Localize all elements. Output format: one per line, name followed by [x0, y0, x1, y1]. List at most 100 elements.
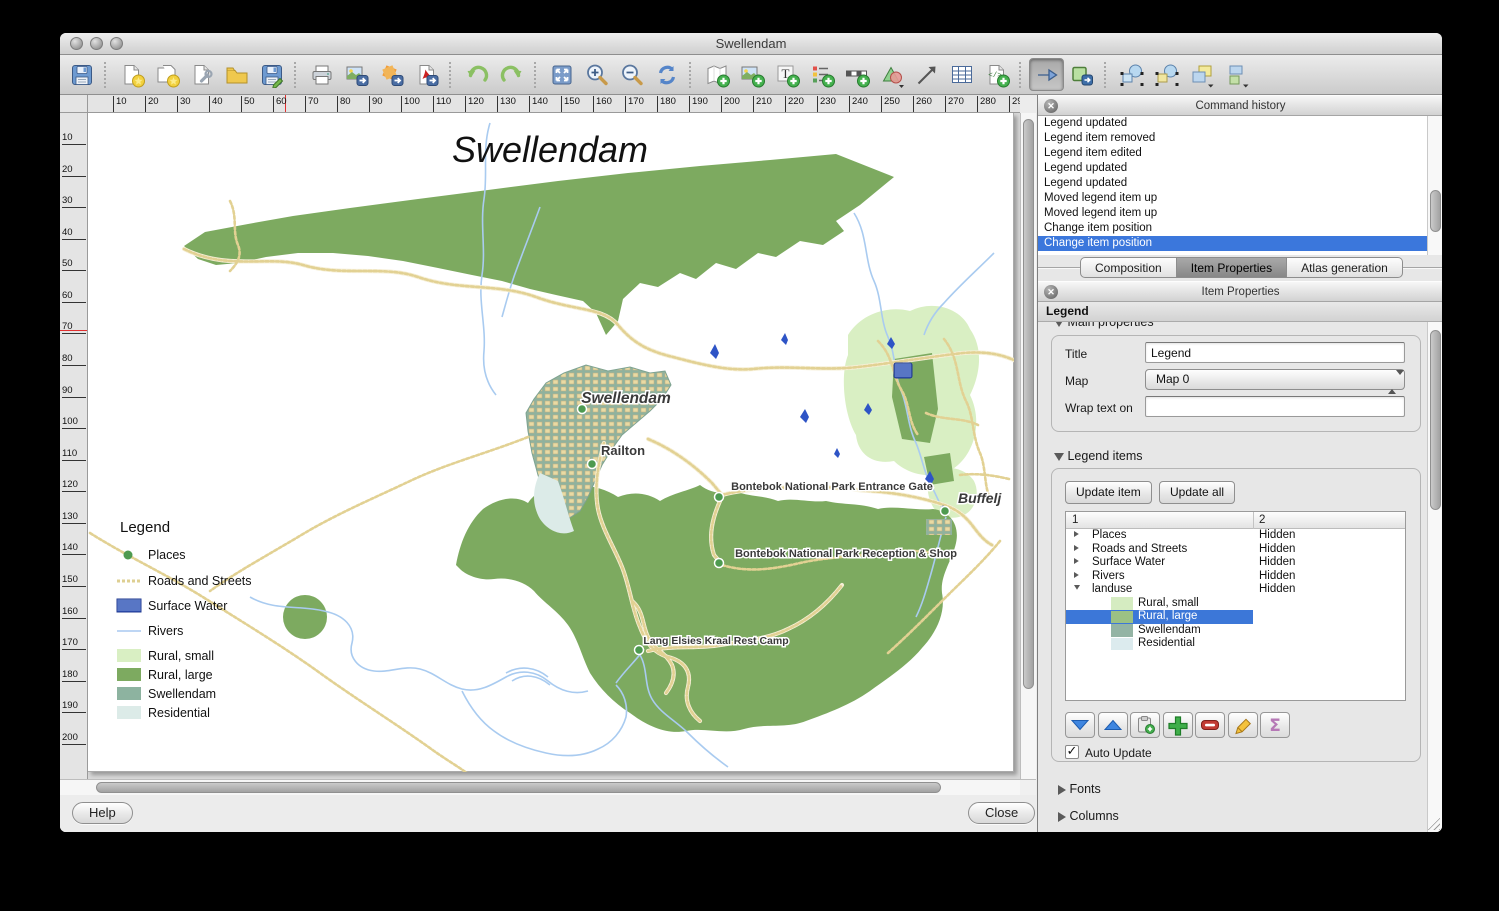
expand-icon[interactable] — [1074, 545, 1079, 551]
legend-tree-row[interactable]: landuseHidden — [1066, 583, 1405, 597]
add-new-scalebar-button[interactable] — [839, 58, 874, 91]
ruler-top[interactable]: 1020304050607080901001101201301401501601… — [88, 95, 1020, 113]
save-as-template-button[interactable] — [254, 58, 289, 91]
command-history-list[interactable]: Legend updatedLegend item removedLegend … — [1038, 116, 1442, 255]
add-attribute-table-button[interactable] — [944, 58, 979, 91]
move-down-button[interactable] — [1065, 712, 1095, 738]
export-as-pdf-button[interactable] — [409, 58, 444, 91]
print-button[interactable] — [304, 58, 339, 91]
tab-item-properties[interactable]: Item Properties — [1177, 257, 1287, 278]
help-button[interactable]: Help — [72, 802, 133, 824]
select-move-item-button[interactable] — [1029, 58, 1064, 91]
legend-tree-row[interactable]: Surface WaterHidden — [1066, 556, 1405, 570]
redo-button[interactable] — [494, 58, 529, 91]
columns-section[interactable]: Columns — [1058, 809, 1119, 823]
close-window-icon[interactable] — [70, 37, 83, 50]
expand-icon[interactable] — [1074, 531, 1079, 537]
history-item[interactable]: Legend item removed — [1038, 131, 1442, 146]
export-as-image-button[interactable] — [339, 58, 374, 91]
history-item[interactable]: Legend updated — [1038, 116, 1442, 131]
history-item[interactable]: Moved legend item up — [1038, 206, 1442, 221]
save-composition-button[interactable] — [64, 58, 99, 91]
update-all-button[interactable]: Update all — [1159, 481, 1235, 504]
add-arrow-button[interactable] — [909, 58, 944, 91]
history-item[interactable]: Legend updated — [1038, 176, 1442, 191]
legend-tree-row[interactable]: Roads and StreetsHidden — [1066, 543, 1405, 557]
group-items-button[interactable] — [1114, 58, 1149, 91]
ungroup-items-button[interactable] — [1149, 58, 1184, 91]
history-scrollbar[interactable] — [1427, 116, 1442, 255]
legend-title-input[interactable] — [1145, 342, 1405, 363]
properties-scrollbar[interactable] — [1427, 322, 1442, 832]
canvas-horizontal-scrollbar[interactable] — [60, 779, 1020, 795]
collapse-icon[interactable] — [1074, 585, 1080, 590]
add-new-label-button[interactable]: T — [769, 58, 804, 91]
add-new-map-button[interactable] — [699, 58, 734, 91]
new-composition-button[interactable] — [114, 58, 149, 91]
remove-item-button[interactable] — [1195, 712, 1225, 738]
close-button[interactable]: Close — [968, 802, 1035, 824]
legend-tree-row[interactable]: RiversHidden — [1066, 570, 1405, 584]
paste-item-button[interactable] — [1130, 712, 1160, 738]
add-html-frame-button[interactable]: </> — [979, 58, 1014, 91]
close-panel-icon[interactable]: ✕ — [1044, 285, 1058, 299]
history-item[interactable]: Legend updated — [1038, 161, 1442, 176]
add-image-button[interactable] — [734, 58, 769, 91]
zoom-window-icon[interactable] — [110, 37, 123, 50]
refresh-view-button[interactable] — [649, 58, 684, 91]
minimize-window-icon[interactable] — [90, 37, 103, 50]
title-bar[interactable]: Swellendam — [60, 33, 1442, 55]
vscroll-thumb[interactable] — [1023, 119, 1034, 689]
legend-tree-row[interactable]: Swellendam — [1066, 624, 1405, 638]
ruler-tick: 180 — [62, 669, 86, 682]
history-item[interactable]: Change item position — [1038, 236, 1442, 251]
history-item[interactable]: Legend item edited — [1038, 146, 1442, 161]
legend-tree-row[interactable]: Rural, large — [1066, 610, 1405, 624]
composition-canvas[interactable]: Swellendam Railton Bontebok National Par… — [88, 113, 1020, 779]
tab-composition[interactable]: Composition — [1080, 257, 1177, 278]
legend-items-section[interactable]: Legend items — [1054, 449, 1143, 463]
save-as-template-icon — [259, 62, 285, 88]
canvas-vertical-scrollbar[interactable] — [1020, 113, 1036, 779]
history-item[interactable]: Moved legend item up — [1038, 191, 1442, 206]
legend-items-tree[interactable]: 1 2 PlacesHiddenRoads and StreetsHiddenS… — [1065, 511, 1406, 701]
fonts-section[interactable]: Fonts — [1058, 782, 1101, 796]
ruler-left[interactable]: 1020304050607080901001101201301401501601… — [60, 113, 88, 779]
update-item-button[interactable]: Update item — [1065, 481, 1152, 504]
duplicate-composition-icon — [154, 62, 180, 88]
raise-selected-items-button[interactable] — [1184, 58, 1219, 91]
zoom-in-button[interactable] — [579, 58, 614, 91]
zoom-full-button[interactable] — [544, 58, 579, 91]
load-template-button[interactable] — [219, 58, 254, 91]
map-select[interactable]: Map 0 — [1145, 369, 1405, 390]
add-basic-shape-button[interactable] — [874, 58, 909, 91]
tab-atlas-generation[interactable]: Atlas generation — [1287, 257, 1403, 278]
close-panel-icon[interactable]: ✕ — [1044, 99, 1058, 113]
duplicate-composition-button[interactable] — [149, 58, 184, 91]
legend-tree-row[interactable]: Residential — [1066, 637, 1405, 651]
main-properties-section[interactable]: Main properties — [1054, 322, 1154, 329]
add-item-button[interactable] — [1163, 712, 1193, 738]
history-scroll-thumb[interactable] — [1430, 190, 1441, 232]
composition-paper[interactable]: Swellendam Railton Bontebok National Par… — [88, 113, 1014, 772]
auto-update-checkbox[interactable]: ✓ — [1065, 745, 1079, 759]
legend-tree-row[interactable]: PlacesHidden — [1066, 529, 1405, 543]
hscroll-thumb[interactable] — [96, 782, 941, 793]
wrap-text-input[interactable] — [1145, 396, 1405, 417]
expand-icon[interactable] — [1074, 572, 1079, 578]
composer-manager-button[interactable] — [184, 58, 219, 91]
undo-button[interactable] — [459, 58, 494, 91]
move-up-button[interactable] — [1098, 712, 1128, 738]
edit-item-button[interactable] — [1228, 712, 1258, 738]
add-expression-button[interactable]: Σ — [1260, 712, 1290, 738]
add-new-legend-button[interactable] — [804, 58, 839, 91]
legend-tree-row[interactable]: Rural, small — [1066, 597, 1405, 611]
history-item[interactable]: Change item position — [1038, 221, 1442, 236]
legend-items-label: Legend items — [1067, 449, 1142, 463]
align-selected-items-button[interactable] — [1219, 58, 1254, 91]
properties-scroll-thumb[interactable] — [1430, 330, 1441, 510]
zoom-out-button[interactable] — [614, 58, 649, 91]
move-item-content-button[interactable] — [1064, 58, 1099, 91]
export-as-svg-button[interactable] — [374, 58, 409, 91]
expand-icon[interactable] — [1074, 558, 1079, 564]
